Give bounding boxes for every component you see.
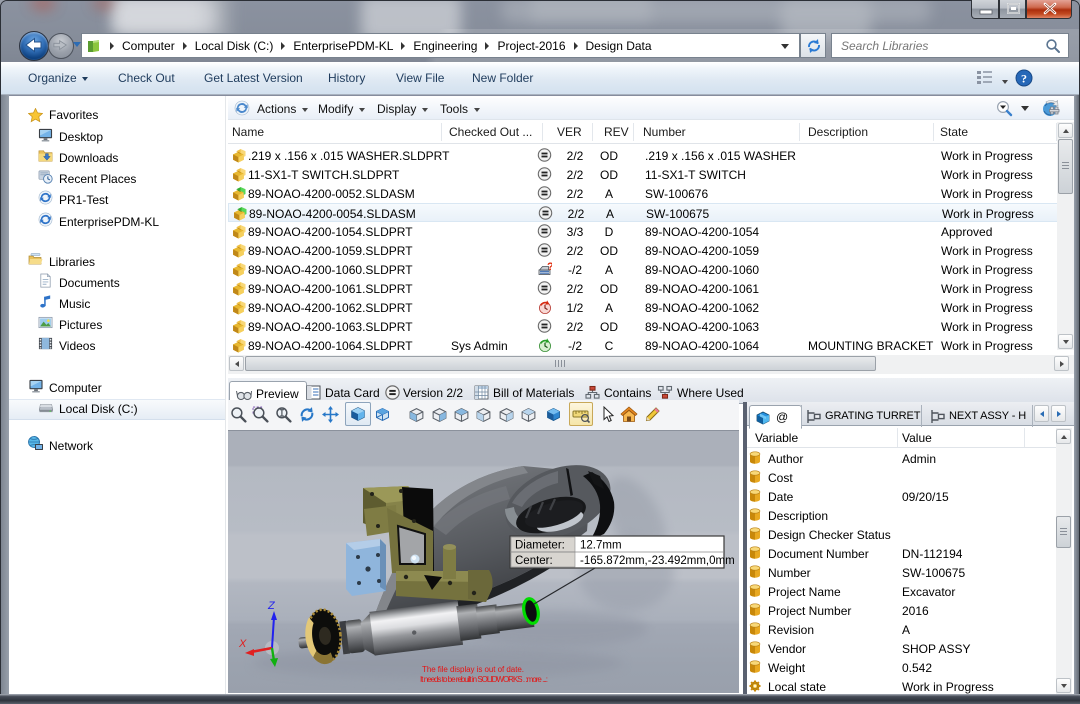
svg-text:The file display is out of dat: The file display is out of date. xyxy=(422,665,524,674)
svg-text:Diameter:: Diameter: xyxy=(515,540,565,552)
svg-text:Z: Z xyxy=(267,600,276,612)
svg-text:Center:: Center: xyxy=(515,555,553,567)
svg-text:X: X xyxy=(238,638,247,650)
svg-text:?: ? xyxy=(1021,72,1027,86)
svg-text:-165.872mm,-23.492mm,0mm: -165.872mm,-23.492mm,0mm xyxy=(580,555,735,567)
svg-text:12.7mm: 12.7mm xyxy=(580,540,622,552)
svg-text:It needs to be rebuilt in SOLI: It needs to be rebuilt in SOLIDWORKS . :… xyxy=(420,675,548,684)
